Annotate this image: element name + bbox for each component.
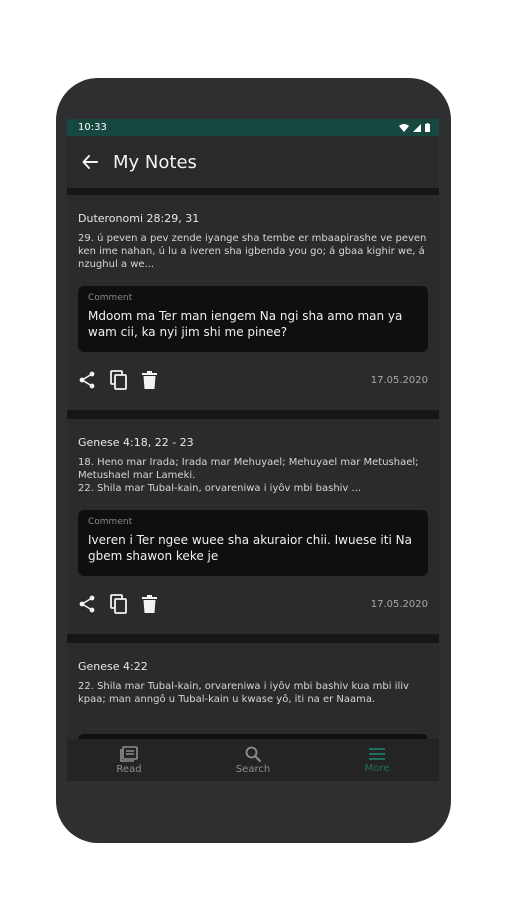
- nav-label-read: Read: [116, 763, 142, 775]
- note-card[interactable]: Duteronomi 28:29, 31 29. ú peven a pev z…: [67, 195, 439, 410]
- bottom-navigation: Read Search More: [67, 739, 439, 781]
- share-icon: [79, 595, 95, 613]
- note-verse-text: 29. ú peven a pev zende iyange sha tembe…: [78, 233, 427, 270]
- app-bar: My Notes: [67, 136, 439, 188]
- status-icons: [399, 123, 430, 132]
- signal-icon: [413, 123, 421, 132]
- copy-button[interactable]: [110, 368, 142, 392]
- nav-item-read[interactable]: Read: [67, 739, 191, 781]
- delete-button[interactable]: [142, 368, 174, 392]
- page-title: My Notes: [113, 151, 197, 173]
- comment-label: Comment: [88, 517, 133, 527]
- wifi-icon: [399, 123, 409, 132]
- trash-icon: [142, 595, 157, 613]
- nav-item-search[interactable]: Search: [191, 739, 315, 781]
- comment-text: Iveren i Ter ngee wuee sha akuraior chii…: [88, 533, 412, 563]
- copy-icon: [110, 594, 127, 614]
- comment-label: Comment: [88, 293, 133, 303]
- note-verse-text: 22. Shila mar Tubal-kain, orvareniwa i i…: [78, 681, 409, 705]
- note-actions: 17.05.2020: [78, 576, 428, 634]
- notes-list[interactable]: Duteronomi 28:29, 31 29. ú peven a pev z…: [67, 195, 439, 781]
- comment-box[interactable]: Comment Mdoom ma Ter man iengem Na ngi s…: [78, 286, 428, 352]
- status-time: 10:33: [78, 122, 107, 133]
- copy-button[interactable]: [110, 592, 142, 616]
- note-date: 17.05.2020: [370, 374, 428, 386]
- comment-text: Mdoom ma Ter man iengem Na ngi sha amo m…: [88, 309, 403, 339]
- app-screen: 10:33 My Notes Duteronomi 28:29, 31 29. …: [67, 119, 439, 781]
- note-date: 17.05.2020: [370, 598, 428, 610]
- note-reference: Genese 4:22: [78, 660, 148, 673]
- battery-icon: [425, 123, 430, 132]
- copy-icon: [110, 370, 127, 390]
- status-bar: 10:33: [67, 119, 439, 136]
- share-icon: [79, 371, 95, 389]
- nav-label-search: Search: [235, 763, 271, 775]
- search-icon: [245, 746, 261, 762]
- note-verse-text: 18. Heno mar Irada; Irada mar Mehuyael; …: [78, 457, 419, 494]
- comment-box[interactable]: Comment Iveren i Ter ngee wuee sha akura…: [78, 510, 428, 576]
- delete-button[interactable]: [142, 592, 174, 616]
- trash-icon: [142, 371, 157, 389]
- note-reference: Duteronomi 28:29, 31: [78, 212, 200, 225]
- arrow-back-icon: [82, 155, 98, 169]
- nav-item-more[interactable]: More: [315, 739, 439, 781]
- share-button[interactable]: [78, 592, 110, 616]
- note-reference: Genese 4:18, 22 - 23: [78, 436, 194, 449]
- back-button[interactable]: [67, 136, 113, 188]
- book-icon: [120, 745, 138, 762]
- share-button[interactable]: [78, 368, 110, 392]
- note-card[interactable]: Genese 4:18, 22 - 23 18. Heno mar Irada;…: [67, 419, 439, 634]
- note-actions: 17.05.2020: [78, 352, 428, 410]
- nav-label-more: More: [364, 762, 390, 774]
- menu-icon: [369, 747, 385, 760]
